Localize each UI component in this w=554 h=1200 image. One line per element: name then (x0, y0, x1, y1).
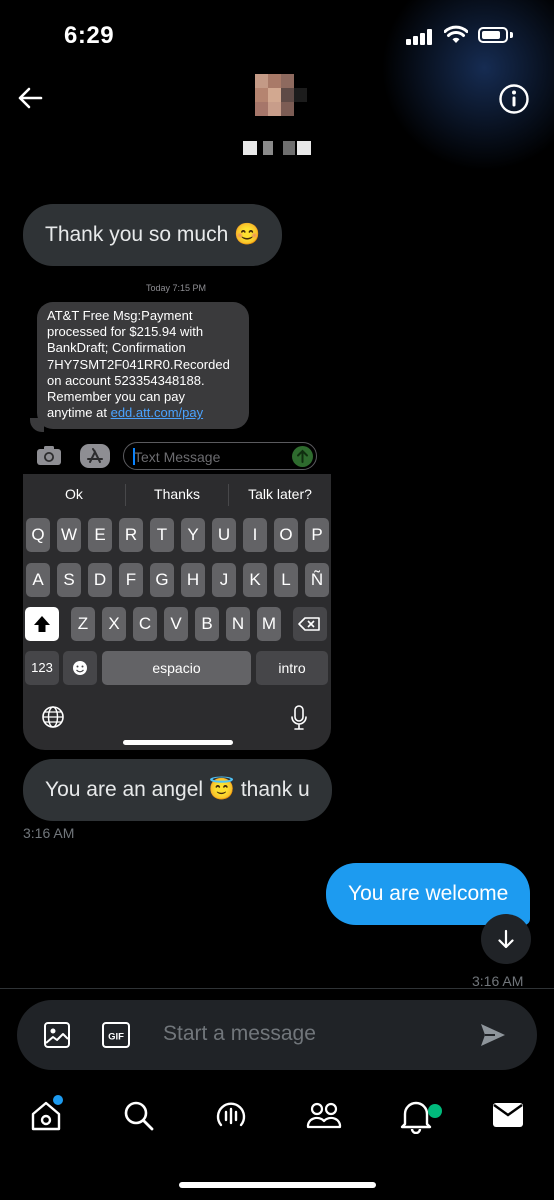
status-time: 6:29 (64, 22, 115, 49)
key-q: Q (26, 518, 50, 552)
communities-icon[interactable] (305, 1099, 343, 1133)
key-g: G (150, 563, 174, 597)
space-key: espacio (102, 651, 251, 685)
numbers-key: 123 (25, 651, 59, 685)
sms-line: processed for $215.94 with (47, 324, 204, 340)
camera-icon (37, 446, 61, 465)
key-f: F (119, 563, 143, 597)
sms-line: Remember you can pay (47, 389, 186, 405)
contact-avatar[interactable] (255, 74, 307, 120)
key-u: U (212, 518, 236, 552)
home-indicator (179, 1182, 376, 1188)
suggestion: Thanks (154, 486, 200, 502)
keyboard: Ok Thanks Talk later? 123 espacio intro … (23, 474, 331, 750)
info-icon[interactable] (498, 83, 530, 115)
down-arrow-icon (498, 929, 514, 949)
search-icon[interactable] (122, 1099, 156, 1133)
sms-line: anytime at edd.att.com/pay (47, 405, 239, 421)
key-e: E (88, 518, 112, 552)
text-message-placeholder: Text Message (134, 449, 221, 465)
app-store-icon (80, 444, 110, 468)
key-y: Y (181, 518, 205, 552)
signal-icon (406, 29, 434, 45)
key-c: C (133, 607, 157, 641)
spaces-icon[interactable] (213, 1098, 249, 1134)
sms-bubble: AT&T Free Msg:Payment processed for $215… (37, 302, 249, 430)
key-s: S (57, 563, 81, 597)
key-p: P (305, 518, 329, 552)
shift-key (25, 607, 59, 641)
key-t: T (150, 518, 174, 552)
contact-name-redacted (243, 141, 313, 155)
key-n: N (226, 607, 250, 641)
image-icon[interactable] (43, 1021, 71, 1049)
key-x: X (102, 607, 126, 641)
sms-text: anytime at (47, 405, 111, 421)
incoming-message[interactable]: Thank you so much 😊 (23, 204, 283, 266)
message-timestamp: 3:16 AM (472, 973, 524, 989)
key-k: K (243, 563, 267, 597)
key-v: V (164, 607, 188, 641)
back-arrow-icon[interactable] (16, 84, 44, 112)
wifi-icon (444, 25, 468, 43)
suggestion: Ok (65, 486, 83, 502)
incoming-message[interactable]: You are an angel 😇 thank u (23, 759, 332, 821)
key-a: A (26, 563, 50, 597)
sms-line: on account 523354348188. (47, 372, 205, 388)
microphone-icon (291, 705, 307, 730)
key-z: Z (71, 607, 95, 641)
notification-dot (428, 1104, 442, 1118)
battery-icon (478, 27, 508, 43)
svg-text:GIF: GIF (108, 1032, 124, 1043)
sms-line: AT&T Free Msg:Payment (47, 308, 193, 323)
message-input[interactable]: Start a message (163, 1022, 316, 1046)
key-m: M (257, 607, 281, 641)
sms-line: 7HY7SMT2F041RR0.Recorded (47, 356, 230, 372)
key-b: B (195, 607, 219, 641)
key-o: O (274, 518, 298, 552)
globe-icon (42, 706, 64, 728)
messages-envelope-icon[interactable] (492, 1101, 524, 1129)
suggestion: Talk later? (248, 486, 312, 502)
return-key: intro (256, 651, 328, 685)
screenshot-home-indicator (123, 740, 233, 745)
key-ñ: Ñ (305, 563, 329, 597)
sms-line: BankDraft; Confirmation (47, 340, 186, 356)
sms-link: edd.att.com/pay (110, 405, 204, 421)
text-message-input: Text Message (123, 442, 317, 470)
key-l: L (274, 563, 298, 597)
key-d: D (88, 563, 112, 597)
notification-dot (53, 1095, 63, 1105)
key-w: W (57, 518, 81, 552)
key-h: H (181, 563, 205, 597)
emoji-key (63, 651, 97, 685)
notifications-bell-icon[interactable] (399, 1098, 433, 1134)
message-timestamp: 3:16 AM (23, 825, 75, 841)
key-i: I (243, 518, 267, 552)
send-arrow-icon (292, 446, 313, 467)
message-composer: GIF Start a message (17, 1000, 537, 1070)
key-j: J (212, 563, 236, 597)
gif-icon[interactable]: GIF (101, 1021, 131, 1049)
scroll-to-bottom-button[interactable] (481, 914, 531, 964)
key-r: R (119, 518, 143, 552)
battery-tip (510, 32, 513, 38)
composer-divider (0, 988, 554, 989)
screenshot-timestamp: Today 7:15 PM (146, 283, 207, 293)
delete-key (293, 607, 327, 641)
send-icon[interactable] (479, 1022, 507, 1048)
